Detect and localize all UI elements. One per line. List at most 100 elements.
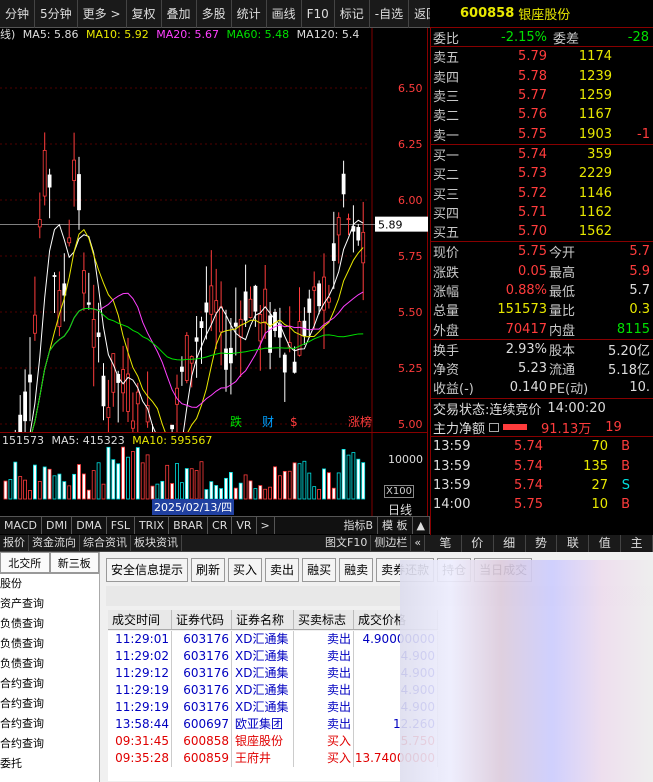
quote-tab[interactable]: 主 <box>621 535 653 552</box>
volume-bar <box>23 479 28 500</box>
kline-chart[interactable]: 6.506.256.005.755.505.255.004.754.504.25… <box>0 0 428 655</box>
quote-tab[interactable]: 细 <box>493 535 526 552</box>
toolbar-item[interactable]: 复权 <box>127 0 162 28</box>
stat-value: 5.20亿 <box>608 343 650 359</box>
grid-cell: 买入 <box>294 750 354 767</box>
tree-item[interactable]: 负债查询 <box>0 634 99 654</box>
tree-tab[interactable]: 北交所 <box>0 552 50 573</box>
indicator-tab[interactable]: FSL <box>107 517 135 534</box>
volume-chart[interactable]: 151573 MA5: 415323 MA10: 595567 10000 X1… <box>0 432 428 517</box>
toolbar-item[interactable]: 更多 > <box>78 0 127 28</box>
tree-item[interactable]: 负债查询 <box>0 614 99 634</box>
link-item[interactable]: 资金流向 <box>29 535 80 551</box>
tree-tab[interactable]: 新三板 <box>49 552 99 573</box>
quote-tab[interactable]: 联 <box>557 535 590 552</box>
indicator-tab[interactable]: TRIX <box>135 517 170 534</box>
kline-svg: 6.506.256.005.755.505.255.004.754.504.25… <box>0 0 428 655</box>
link-item[interactable]: 侧边栏 <box>371 535 412 551</box>
toolbar-item[interactable]: 多股 <box>197 0 232 28</box>
tick-row: 13:59 5.74 70 B <box>431 437 653 456</box>
tree-item[interactable]: 合约查询 <box>0 674 99 694</box>
quote-tab[interactable]: 笔 <box>430 535 462 552</box>
main-net-label: 主力净额 <box>433 421 486 437</box>
grid-cell: 11:29:12 <box>108 665 172 682</box>
link-item[interactable]: « <box>411 535 426 551</box>
candle-body <box>248 298 253 318</box>
tree-item[interactable]: 资产查询 <box>0 594 99 614</box>
table-row[interactable]: 11:29:19603176XD汇通集卖出4.900 <box>108 699 438 716</box>
quote-tab[interactable]: 值 <box>589 535 622 552</box>
table-row[interactable]: 09:31:45600858银座股份买入5.750 <box>108 733 438 750</box>
indicator-tab[interactable]: DMA <box>72 517 107 534</box>
indicator-tab[interactable]: BRAR <box>169 517 209 534</box>
table-row[interactable]: 11:29:01 603176 XD汇通集 卖出 4.90000000 <box>108 631 438 648</box>
legend-ma120: MA120: 5.4 <box>296 28 360 41</box>
toolbar-item[interactable]: 分钟 <box>0 0 36 28</box>
tree-item[interactable]: 委托 <box>0 754 99 774</box>
toolbar-item[interactable]: 标记 <box>335 0 370 28</box>
trade-button[interactable]: 安全信息提示 <box>106 558 189 582</box>
volume-bar <box>82 473 86 500</box>
tree-item[interactable]: 合约查询 <box>0 734 99 754</box>
grid-header-cell[interactable]: 证券名称 <box>232 610 294 629</box>
volume-bar <box>336 472 341 500</box>
volume-bar <box>165 464 170 500</box>
grid-cell: 603176 <box>172 631 232 648</box>
weibi-value: -2.15% <box>501 29 547 45</box>
toolbar-item[interactable]: 叠加 <box>162 0 197 28</box>
toolbar-item[interactable]: F10 <box>302 0 335 28</box>
quote-tab[interactable]: 价 <box>461 535 494 552</box>
table-row[interactable]: 09:35:28 600859 王府井 买入 13.74000000 <box>108 750 438 767</box>
toolbar-item[interactable]: 画线 <box>267 0 302 28</box>
indicator-option[interactable]: ▲ <box>413 517 430 534</box>
ask-label: 卖三 <box>433 90 460 106</box>
grid-cell: 600859 <box>172 750 232 767</box>
trade-button[interactable]: 融买 <box>302 558 337 582</box>
trade-button[interactable]: 刷新 <box>191 558 226 582</box>
indicator-tab[interactable]: MACD <box>0 517 42 534</box>
table-row[interactable]: 11:29:19603176XD汇通集卖出4.900 <box>108 682 438 699</box>
volume-bar <box>145 454 150 500</box>
grid-header-cell[interactable]: 证券代码 <box>172 610 232 629</box>
volume-bar <box>268 486 273 500</box>
trade-button[interactable]: 融卖 <box>339 558 374 582</box>
tree-item[interactable]: 股份 <box>0 574 99 594</box>
link-item[interactable]: 报价 <box>0 535 29 551</box>
stat-value: 5.9 <box>629 263 650 279</box>
link-item[interactable]: 板块资讯 <box>131 535 182 551</box>
table-row[interactable]: 11:29:12603176XD汇通集卖出4.900 <box>108 665 438 682</box>
candle-body <box>238 318 243 338</box>
volume-bar <box>204 489 209 500</box>
tree-item[interactable]: 合约查询 <box>0 694 99 714</box>
tree-item[interactable]: 负债查询 <box>0 654 99 674</box>
candle-body <box>135 391 140 405</box>
indicator-tab[interactable]: CR <box>208 517 233 534</box>
toolbar-item[interactable]: 统计 <box>232 0 267 28</box>
indicator-tab[interactable]: VR <box>232 517 257 534</box>
ask-row: 卖一 5.75 1903 -1 <box>431 124 653 144</box>
table-row[interactable]: 13:58:44600697欧亚集团卖出12.260 <box>108 716 438 733</box>
link-item[interactable]: 综合资讯 <box>80 535 131 551</box>
table-row[interactable]: 11:29:02603176XD汇通集卖出4.900 <box>108 648 438 665</box>
trade-button[interactable]: 卖出 <box>265 558 300 582</box>
tick-time: 13:59 <box>433 477 471 493</box>
toolbar-item[interactable]: -自选 <box>370 0 410 28</box>
tree-item[interactable]: 合约查询 <box>0 714 99 734</box>
indicator-option[interactable]: 指标B <box>339 517 379 534</box>
main-net-bar <box>503 424 528 431</box>
indicator-tab[interactable]: DMI <box>42 517 73 534</box>
link-item[interactable]: 图文F10 <box>322 535 372 551</box>
main-net-icon[interactable] <box>489 422 500 432</box>
indicator-tab[interactable]: > <box>257 517 275 534</box>
candle-body <box>42 150 47 197</box>
grid-cell: XD汇通集 <box>232 631 294 648</box>
bid-price: 5.71 <box>518 204 547 220</box>
grid-header-cell[interactable]: 成交时间 <box>108 610 172 629</box>
tick-side: B <box>621 497 630 513</box>
trade-button[interactable]: 买入 <box>228 558 263 582</box>
stat-label: 最低 <box>549 285 576 300</box>
grid-header-cell[interactable]: 买卖标志 <box>294 610 354 629</box>
indicator-option[interactable]: 模 板 <box>378 517 413 534</box>
quote-tab[interactable]: 势 <box>525 535 558 552</box>
toolbar-item[interactable]: 5分钟 <box>35 0 78 28</box>
